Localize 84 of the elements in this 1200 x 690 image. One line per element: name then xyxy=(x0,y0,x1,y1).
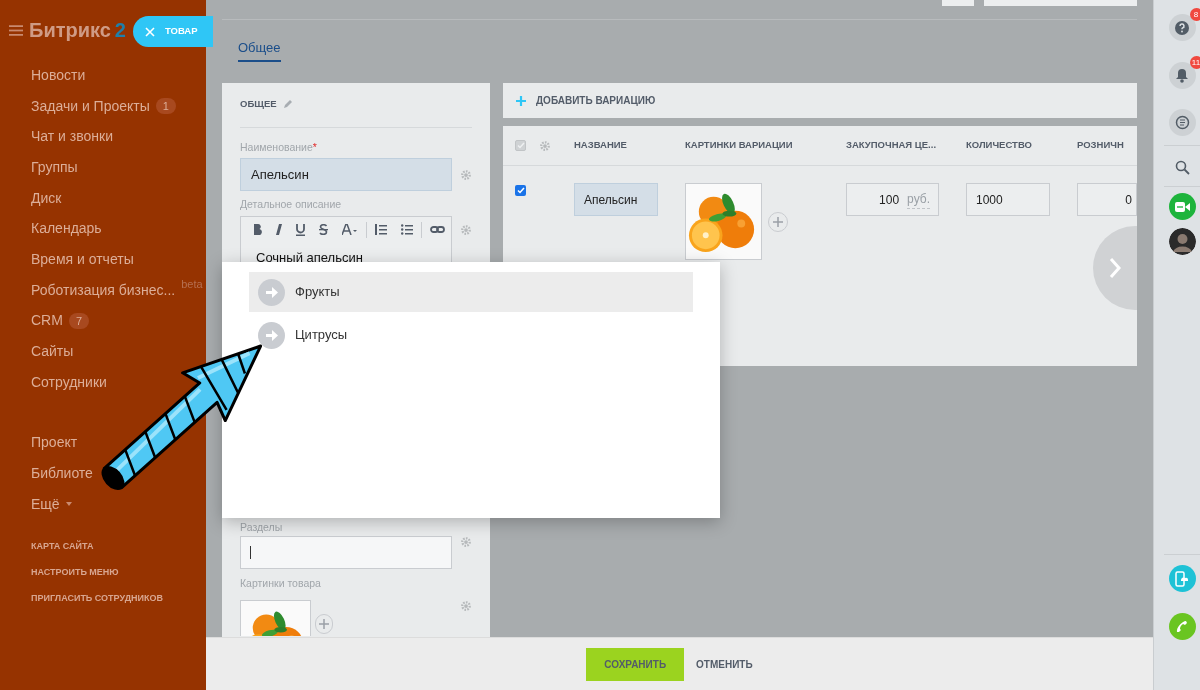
column-header[interactable]: КАРТИНКИ ВАРИАЦИИ xyxy=(685,138,846,153)
font-size-icon[interactable] xyxy=(342,224,358,236)
phone-icon xyxy=(1175,619,1189,634)
sidebar-link[interactable]: ПРИГЛАСИТЬ СОТРУДНИКОВ xyxy=(31,585,206,612)
sidebar-link[interactable]: НАСТРОИТЬ МЕНЮ xyxy=(31,559,206,586)
video-call-button[interactable] xyxy=(1168,193,1196,220)
pencil-icon[interactable] xyxy=(282,99,293,109)
mobile-cloud-button[interactable] xyxy=(1168,565,1196,592)
sidebar-item[interactable]: Чат и звонки xyxy=(31,121,113,153)
row-checkbox[interactable] xyxy=(515,185,526,196)
bell-icon xyxy=(1175,68,1189,83)
field-label: Наименование* xyxy=(240,140,318,154)
input-field[interactable]: 100 руб. xyxy=(846,183,939,216)
input-field[interactable]: Апельсин xyxy=(574,183,658,216)
sidebar-item[interactable]: Время и отчеты xyxy=(31,244,134,275)
count-badge: 8 xyxy=(1189,8,1200,21)
settings-icon[interactable] xyxy=(539,139,551,152)
sidebar-link[interactable]: КАРТА САЙТА xyxy=(31,533,206,560)
counter-badge: 7 xyxy=(68,312,89,329)
plus-icon xyxy=(318,618,329,629)
bold-icon[interactable] xyxy=(253,224,262,236)
field-label: Разделы xyxy=(240,520,284,533)
bullet-list-icon[interactable] xyxy=(401,224,413,236)
question-icon xyxy=(1175,20,1189,35)
chat-icon xyxy=(1174,115,1190,130)
underline-icon[interactable] xyxy=(296,223,305,236)
save-button[interactable]: СОХРАНИТЬ xyxy=(586,647,685,681)
sidebar-item[interactable]: Ещё xyxy=(31,488,72,520)
input-field[interactable]: Апельсин xyxy=(240,158,452,191)
column-header[interactable]: КОЛИЧЕСТВО xyxy=(966,138,1077,153)
input-field[interactable]: 1000 xyxy=(966,183,1050,216)
sidebar-item[interactable]: Роботизация бизнес... beta xyxy=(31,274,203,306)
logo-number: 2 xyxy=(114,18,126,43)
avatar[interactable] xyxy=(1168,228,1196,255)
menu-icon[interactable] xyxy=(9,24,23,36)
field-label: Детальное описание xyxy=(240,197,343,212)
sidebar-item[interactable]: Группы xyxy=(31,152,78,183)
column-header[interactable]: ЗАКУПОЧНАЯ ЦЕ... xyxy=(846,138,966,153)
tab[interactable]: Общее xyxy=(238,37,281,62)
input-field[interactable] xyxy=(240,536,452,569)
settings-icon[interactable] xyxy=(460,536,472,548)
numbered-list-icon[interactable] xyxy=(375,224,387,236)
link-icon[interactable] xyxy=(430,226,445,234)
column-header[interactable]: НАЗВАНИЕ xyxy=(574,138,685,153)
beta-label: beta xyxy=(181,276,203,292)
sidebar-item[interactable]: Сайты xyxy=(31,336,74,367)
counter-badge: 1 xyxy=(155,98,176,115)
logo-text: Битрикс xyxy=(29,18,111,43)
settings-icon[interactable] xyxy=(460,223,472,236)
sidebar-item[interactable]: Проект xyxy=(31,427,78,459)
phone-button[interactable] xyxy=(1168,613,1196,640)
plus-icon xyxy=(516,95,526,106)
sidebar-item[interactable]: Сотрудники xyxy=(31,366,107,398)
cancel-button[interactable]: ОТМЕНИТЬ xyxy=(696,647,753,681)
dropdown-item[interactable]: Фрукты xyxy=(249,272,693,312)
sidebar-item[interactable]: Диск xyxy=(31,182,62,214)
currency-selector[interactable]: руб. xyxy=(907,190,930,209)
phone-cloud-icon xyxy=(1175,570,1189,587)
card-title: ОБЩЕЕ xyxy=(240,96,277,111)
required-mark: * xyxy=(312,141,317,153)
field-label: Картинки товара xyxy=(240,576,322,591)
sidebar-item[interactable]: Задачи и Проекты 1 xyxy=(31,90,176,122)
close-icon xyxy=(145,26,155,37)
editor-text: Сочный апельсин xyxy=(255,248,364,267)
sidebar-item[interactable]: Библиоте xyxy=(31,458,93,489)
close-slider-button[interactable]: ТОВАР xyxy=(133,16,213,47)
chat-button[interactable] xyxy=(1168,109,1196,136)
column-header[interactable]: РОЗНИЧН xyxy=(1077,138,1137,153)
video-camera-icon xyxy=(1174,201,1190,212)
sidebar-item[interactable]: CRM 7 xyxy=(31,305,89,337)
strikethrough-icon[interactable] xyxy=(319,224,328,236)
sidebar-item[interactable]: Новости xyxy=(31,60,86,91)
settings-icon[interactable] xyxy=(460,168,472,181)
sidebar-item[interactable]: Календарь xyxy=(31,213,102,245)
input-field[interactable]: 0 xyxy=(1077,183,1137,216)
add-variation-button[interactable]: ДОБАВИТЬ ВАРИАЦИЮ xyxy=(516,93,656,108)
settings-icon[interactable] xyxy=(460,599,472,612)
chevron-right-icon xyxy=(1109,257,1121,279)
plus-icon xyxy=(773,216,783,227)
toolbar-field[interactable] xyxy=(984,0,1137,6)
help-button[interactable] xyxy=(1168,14,1196,41)
count-badge: 11 xyxy=(1189,56,1200,69)
italic-icon[interactable] xyxy=(276,224,282,236)
search-icon[interactable] xyxy=(1174,160,1190,175)
